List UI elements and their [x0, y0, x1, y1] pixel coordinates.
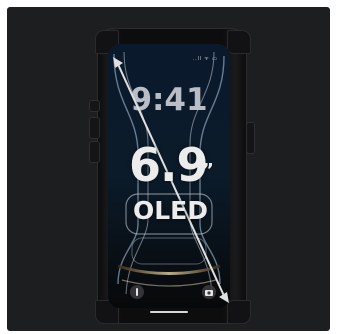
inch-mark: ” — [202, 160, 214, 181]
screen-size-label: 6.9 — [129, 138, 208, 192]
home-indicator — [150, 311, 188, 313]
camera-icon — [202, 285, 216, 299]
display-type-label: OLED — [133, 196, 209, 225]
flashlight-icon — [130, 285, 144, 299]
image-frame: ..ll ᯤ ▭ 9:41 6.9 ” OLED — [0, 0, 337, 334]
